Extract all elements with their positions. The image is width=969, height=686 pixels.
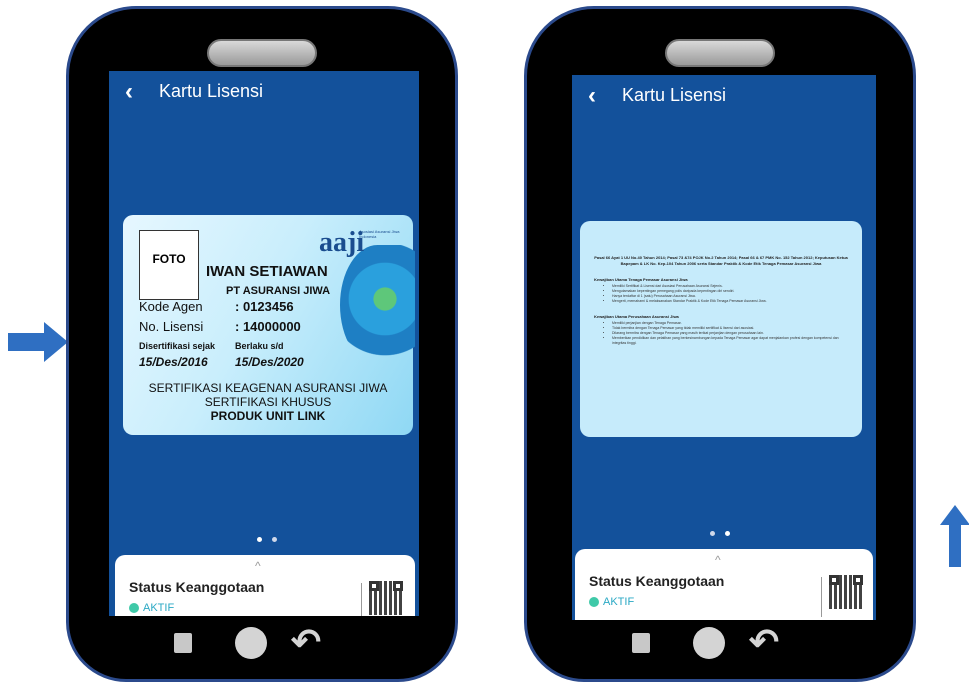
divider (821, 577, 822, 617)
page-dot-active[interactable] (725, 531, 730, 536)
disertifikasi-label: Disertifikasi sejak (139, 341, 216, 351)
qr-code-icon[interactable] (369, 581, 403, 615)
agent-name: IWAN SETIAWAN (206, 263, 328, 280)
chevron-up-icon[interactable]: ^ (255, 559, 261, 573)
photo-placeholder: FOTO (139, 230, 199, 300)
aaji-logo-subtitle: Asosiasi Asuransi Jiwa Indonesia (359, 229, 400, 239)
status-dot-icon (129, 603, 139, 613)
berlaku-label: Berlaku s/d (235, 341, 284, 351)
app-screen-2: ‹ Kartu Lisensi Pasal 66 Ayat 1 UU No.40… (572, 75, 876, 620)
kode-agen-row: Kode Agen : 0123456 (139, 299, 294, 314)
status-title: Status Keanggotaan (589, 573, 725, 589)
page-dot[interactable] (272, 537, 277, 542)
home-icon[interactable] (693, 627, 725, 659)
recent-apps-icon[interactable] (174, 633, 192, 653)
company-obligations-title: Kewajiban Utama Perusahaan Asuransi Jiwa (594, 314, 679, 319)
phone-frame-2: ‹ Kartu Lisensi Pasal 66 Ayat 1 UU No.40… (524, 6, 916, 682)
status-value: AKTIF (603, 596, 635, 608)
nav-back-icon[interactable]: ↶ (749, 621, 779, 663)
divider (361, 583, 362, 616)
status-badge: AKTIF (129, 602, 174, 614)
page-title: Kartu Lisensi (622, 85, 727, 105)
page-indicator (257, 537, 277, 542)
chevron-up-icon[interactable]: ^ (715, 553, 721, 567)
page-indicator (710, 531, 730, 536)
kode-agen-value: : 0123456 (235, 299, 294, 314)
no-lisensi-row: No. Lisensi : 14000000 (139, 319, 301, 334)
globe-icon (340, 245, 415, 365)
back-chevron-icon[interactable]: ‹ (588, 83, 596, 107)
right-arrow-icon (8, 322, 68, 362)
aaji-logo: aaji (319, 227, 365, 258)
disertifikasi-date: 15/Des/2016 (139, 355, 208, 369)
no-lisensi-value: : 14000000 (235, 319, 301, 334)
status-panel[interactable]: ^ Status Keanggotaan AKTIF (115, 555, 415, 616)
list-item: Mengerti, memahami & melaksanakan Standa… (612, 299, 848, 304)
legal-basis-heading: Pasal 66 Ayat 1 UU No.40 Tahun 2014; Pas… (594, 255, 848, 266)
list-item: Memberikan pendidikan dan pelatihan yang… (612, 336, 848, 346)
page-dot-active[interactable] (257, 537, 262, 542)
agent-obligations-title: Kewajiban Utama Tenaga Pemasar Asuransi … (594, 277, 688, 282)
back-chevron-icon[interactable]: ‹ (125, 79, 133, 103)
license-card-back[interactable]: Pasal 66 Ayat 1 UU No.40 Tahun 2014; Pas… (580, 221, 862, 437)
no-lisensi-label: No. Lisensi (139, 319, 204, 334)
phone-speaker (665, 39, 775, 67)
cert-line-1: SERTIFIKASI KEAGENAN ASURANSI JIWA (148, 381, 388, 395)
app-header: ‹ Kartu Lisensi (125, 79, 264, 103)
status-panel[interactable]: ^ Status Keanggotaan AKTIF (575, 549, 873, 620)
cert-line-3: PRODUK UNIT LINK (210, 409, 326, 423)
status-badge: AKTIF (589, 596, 634, 608)
berlaku-date: 15/Des/2020 (235, 355, 304, 369)
app-header: ‹ Kartu Lisensi (588, 83, 727, 107)
phone-frame-1: ‹ Kartu Lisensi aaji Asosiasi Asuransi J… (66, 6, 458, 682)
qr-code-icon[interactable] (829, 575, 863, 609)
system-nav-bar: ↶ (69, 621, 455, 663)
company-obligations-list: Memiliki perjanjian dengan Tenaga Pemasa… (594, 321, 848, 346)
cert-line-2: SERTIFIKASI KHUSUS (204, 395, 332, 409)
agent-obligations-list: Memiliki Sertifikat & Lisensi dari Asosi… (594, 284, 848, 304)
app-screen-1: ‹ Kartu Lisensi aaji Asosiasi Asuransi J… (109, 71, 419, 616)
status-value: AKTIF (143, 602, 175, 614)
company-name: PT ASURANSI JIWA (226, 285, 331, 297)
system-nav-bar: ↶ (527, 621, 913, 663)
up-arrow-icon (940, 505, 969, 567)
license-card-front[interactable]: aaji Asosiasi Asuransi Jiwa Indonesia FO… (123, 215, 415, 435)
home-icon[interactable] (235, 627, 267, 659)
kode-agen-label: Kode Agen (139, 299, 203, 314)
status-dot-icon (589, 597, 599, 607)
page-title: Kartu Lisensi (159, 81, 264, 101)
phone-speaker (207, 39, 317, 67)
nav-back-icon[interactable]: ↶ (291, 621, 321, 663)
recent-apps-icon[interactable] (632, 633, 650, 653)
status-title: Status Keanggotaan (129, 579, 265, 595)
page-dot[interactable] (710, 531, 715, 536)
